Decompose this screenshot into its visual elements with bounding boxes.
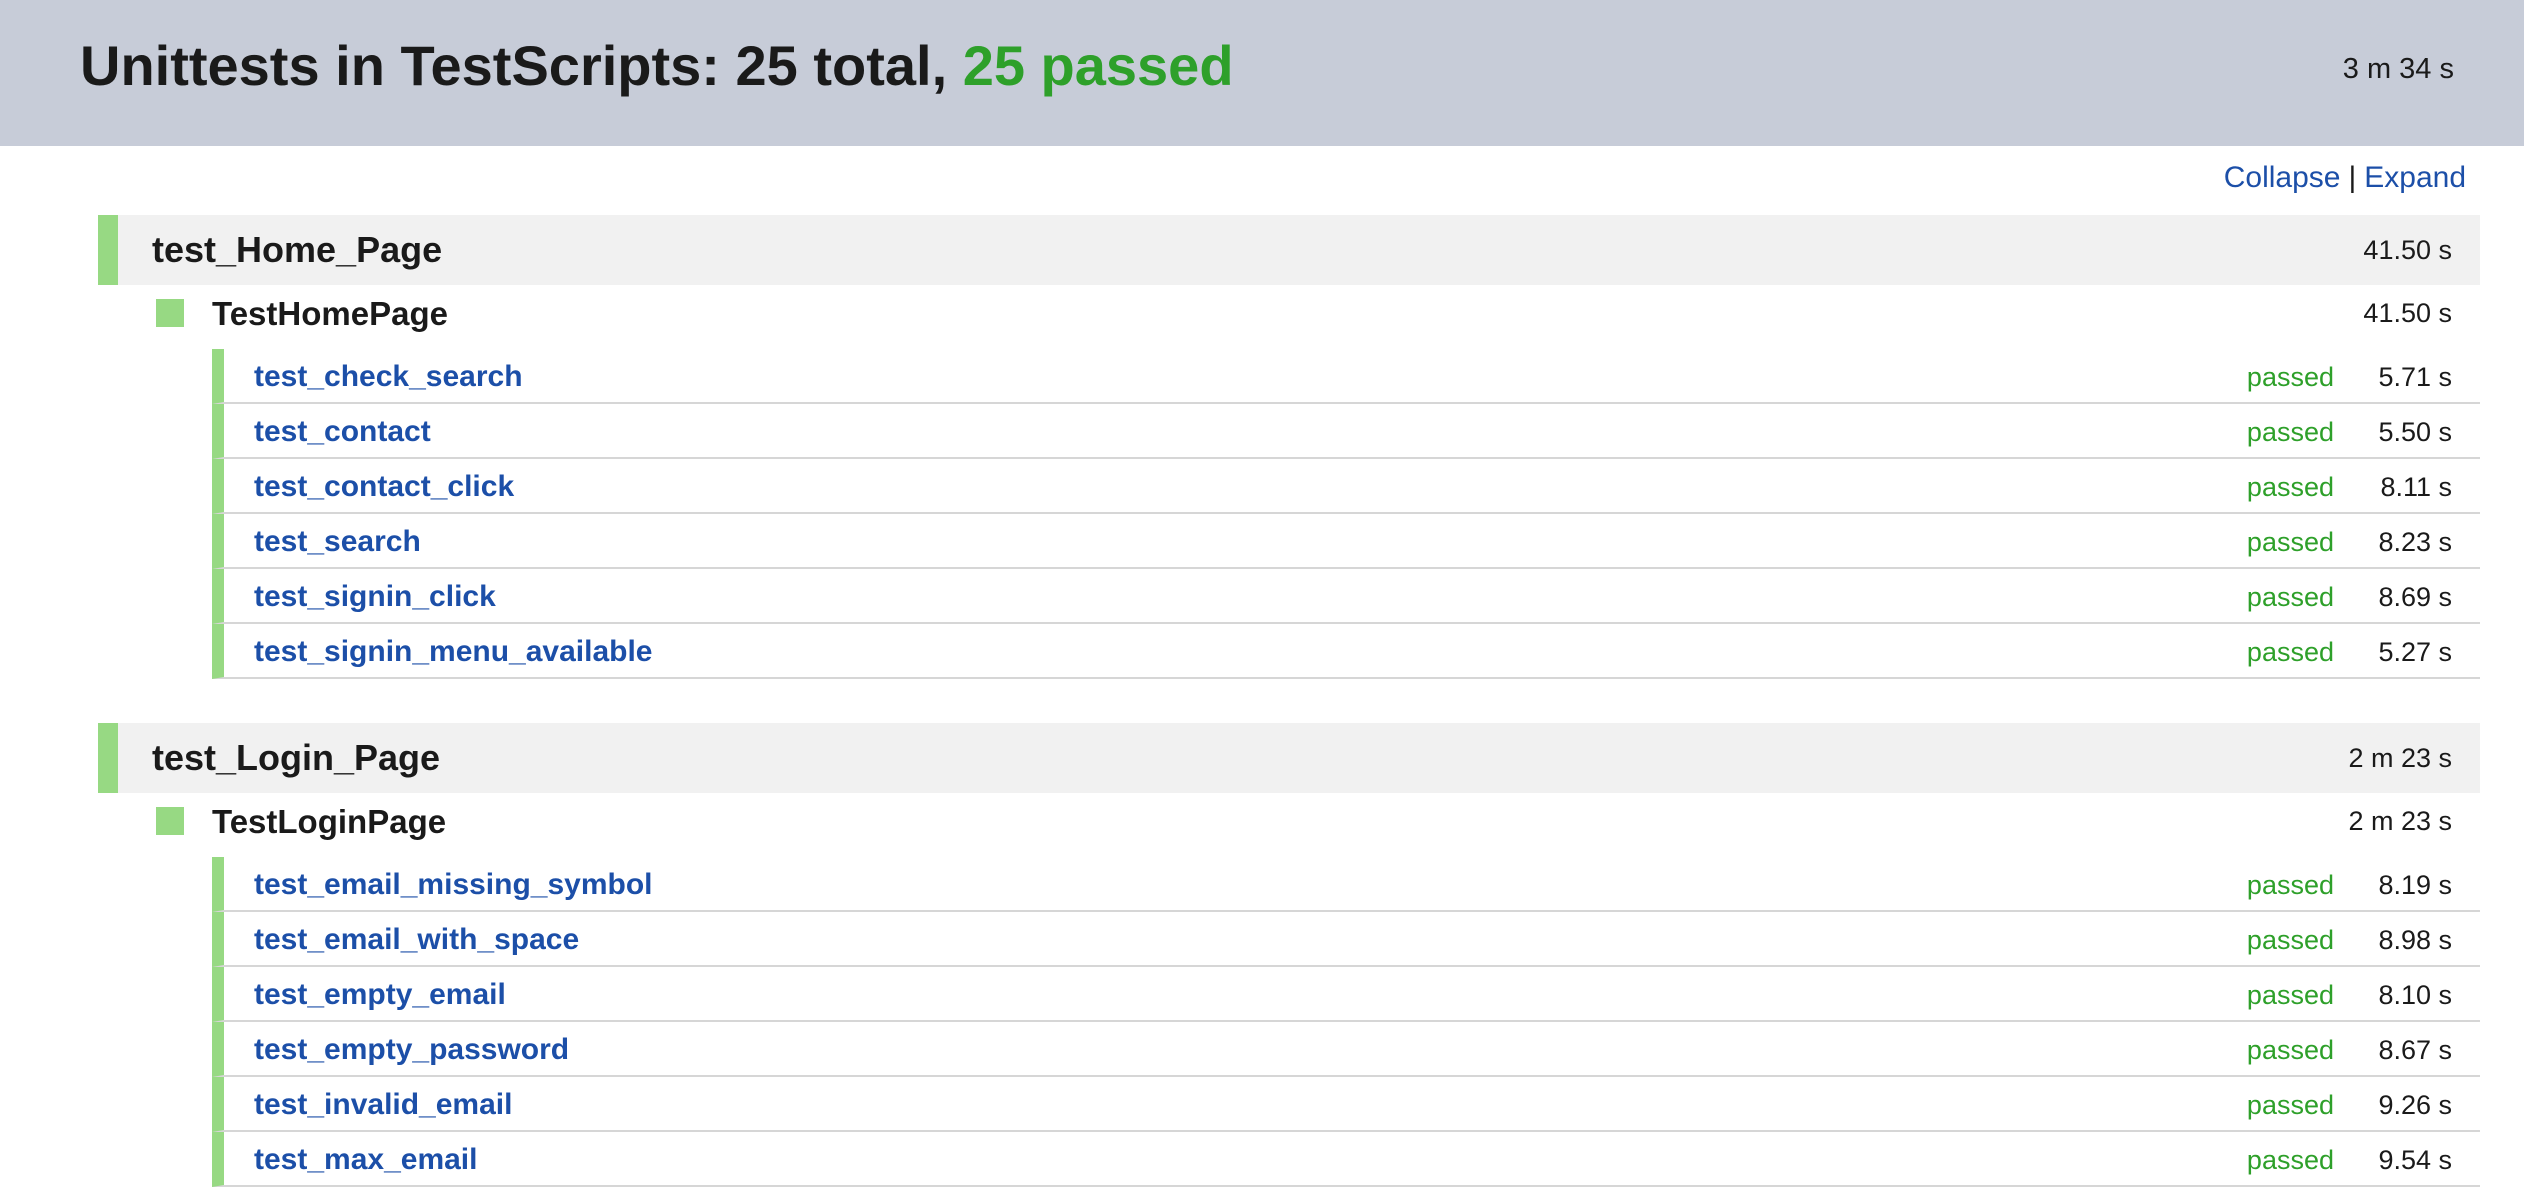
test-status: passed xyxy=(2246,637,2334,667)
test-duration: 8.23 s xyxy=(2378,527,2452,557)
test-name-link[interactable]: test_signin_menu_available xyxy=(254,634,653,670)
test-row: test_empty_password passed 8.67 s xyxy=(212,1022,2480,1077)
test-name-link[interactable]: test_check_search xyxy=(254,359,523,395)
test-row: test_empty_email passed 8.10 s xyxy=(212,967,2480,1022)
test-list: test_email_missing_symbol passed 8.19 s tes… xyxy=(212,857,2480,1187)
test-status: passed xyxy=(2246,472,2334,502)
test-row: test_signin_menu_available passed 5.27 s xyxy=(212,624,2480,679)
test-name-link[interactable]: test_contact_click xyxy=(254,469,514,505)
report-title: Unittests in TestScripts: 25 total, 25 p… xyxy=(80,34,1234,98)
module-name: test_Home_Page xyxy=(152,229,443,270)
test-status: passed xyxy=(2246,362,2334,392)
test-status: passed xyxy=(2246,925,2334,955)
expand-link[interactable]: Expand xyxy=(2364,161,2466,194)
test-name-link[interactable]: test_search xyxy=(254,524,421,560)
test-row: test_invalid_email passed 9.26 s xyxy=(212,1077,2480,1132)
collapse-expand-controls: Collapse | Expand xyxy=(2224,160,2466,196)
test-row: test_signin_click passed 8.69 s xyxy=(212,569,2480,624)
test-duration: 9.54 s xyxy=(2378,1145,2452,1175)
test-status: passed xyxy=(2246,582,2334,612)
report-header: Unittests in TestScripts: 25 total, 25 p… xyxy=(0,0,2524,146)
class-name: TestLoginPage xyxy=(212,803,447,840)
test-name-link[interactable]: test_empty_email xyxy=(254,977,506,1013)
test-name-link[interactable]: test_max_email xyxy=(254,1142,477,1178)
test-duration: 9.26 s xyxy=(2378,1090,2452,1120)
class-status-square xyxy=(156,299,184,327)
module-row[interactable]: test_Login_Page 2 m 23 s xyxy=(98,723,2480,793)
test-duration: 8.67 s xyxy=(2378,1035,2452,1065)
test-duration: 8.19 s xyxy=(2378,870,2452,900)
controls-separator: | xyxy=(2348,161,2357,194)
test-name-link[interactable]: test_signin_click xyxy=(254,579,496,615)
test-status: passed xyxy=(2246,1145,2334,1175)
test-row: test_contact passed 5.50 s xyxy=(212,404,2480,459)
test-suite: test_Login_Page 2 m 23 s TestLoginPage 2 m … xyxy=(0,723,2524,1187)
test-status: passed xyxy=(2246,980,2334,1010)
test-row: test_email_with_space passed 8.98 s xyxy=(212,912,2480,967)
test-status: passed xyxy=(2246,870,2334,900)
test-name-link[interactable]: test_contact xyxy=(254,414,431,450)
test-row: test_contact_click passed 8.11 s xyxy=(212,459,2480,514)
module-duration: 41.50 s xyxy=(2363,235,2452,265)
test-name-link[interactable]: test_invalid_email xyxy=(254,1087,512,1123)
test-status: passed xyxy=(2246,417,2334,447)
test-suite: test_Home_Page 41.50 s TestHomePage 41.50 s… xyxy=(0,215,2524,679)
report-title-summary: Unittests in TestScripts: 25 total, xyxy=(80,34,963,97)
class-duration: 2 m 23 s xyxy=(2348,806,2452,836)
module-name: test_Login_Page xyxy=(152,737,441,778)
test-duration: 5.50 s xyxy=(2378,417,2452,447)
class-duration: 41.50 s xyxy=(2363,298,2452,328)
test-duration: 8.98 s xyxy=(2378,925,2452,955)
passed-count: 25 passed xyxy=(962,34,1234,97)
test-name-link[interactable]: test_empty_password xyxy=(254,1032,569,1068)
test-status: passed xyxy=(2246,527,2334,557)
test-suites: test_Home_Page 41.50 s TestHomePage 41.50 s… xyxy=(0,215,2524,1200)
class-status-square xyxy=(156,807,184,835)
test-status: passed xyxy=(2246,1090,2334,1120)
test-list: test_check_search passed 5.71 s test_contac… xyxy=(212,349,2480,679)
test-duration: 8.69 s xyxy=(2378,582,2452,612)
test-name-link[interactable]: test_email_with_space xyxy=(254,922,579,958)
test-row: test_email_missing_symbol passed 8.19 s xyxy=(212,857,2480,912)
test-status: passed xyxy=(2246,1035,2334,1065)
module-row[interactable]: test_Home_Page 41.50 s xyxy=(98,215,2480,285)
test-duration: 5.27 s xyxy=(2378,637,2452,667)
test-duration: 5.71 s xyxy=(2378,362,2452,392)
class-row[interactable]: TestHomePage 41.50 s xyxy=(98,285,2480,349)
class-row[interactable]: TestLoginPage 2 m 23 s xyxy=(98,793,2480,857)
test-name-link[interactable]: test_email_missing_symbol xyxy=(254,867,653,903)
test-row: test_max_email passed 9.54 s xyxy=(212,1132,2480,1187)
class-name: TestHomePage xyxy=(212,295,448,332)
test-row: test_search passed 8.23 s xyxy=(212,514,2480,569)
module-duration: 2 m 23 s xyxy=(2348,743,2452,773)
total-duration: 3 m 34 s xyxy=(2342,53,2454,85)
test-duration: 8.11 s xyxy=(2380,472,2452,502)
collapse-link[interactable]: Collapse xyxy=(2224,161,2341,194)
test-report-page: Unittests in TestScripts: 25 total, 25 p… xyxy=(0,0,2524,1200)
test-duration: 8.10 s xyxy=(2378,980,2452,1010)
test-row: test_check_search passed 5.71 s xyxy=(212,349,2480,404)
